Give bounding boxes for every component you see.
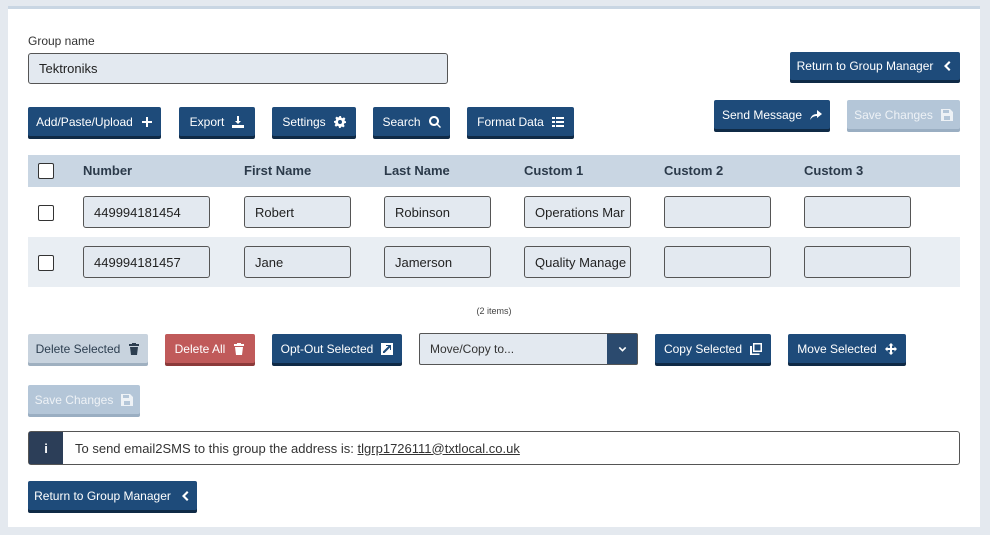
move-arrows-icon (884, 342, 897, 355)
opt-out-selected-button[interactable]: Opt-Out Selected (272, 334, 402, 363)
table-row: 449994181454 Robert Robinson Operations … (28, 187, 960, 237)
trash-icon (129, 342, 140, 355)
export-label: Export (189, 114, 225, 129)
return-label: Return to Group Manager (796, 59, 934, 73)
send-message-label: Send Message (721, 107, 803, 122)
send-message-button[interactable]: Send Message (714, 100, 830, 129)
custom-2-field[interactable] (664, 196, 771, 228)
return-to-group-manager-button-top[interactable]: Return to Group Manager (790, 52, 960, 80)
items-count: (2 items) (476, 306, 512, 316)
custom-1-field[interactable]: Operations Mar (524, 196, 631, 228)
settings-button[interactable]: Settings (272, 107, 356, 136)
save-changes-button-top[interactable]: Save Changes (847, 100, 960, 129)
move-selected-button[interactable]: Move Selected (788, 334, 906, 363)
trash-icon (234, 342, 245, 355)
floppy-icon (121, 393, 134, 406)
delete-selected-label: Delete Selected (35, 341, 121, 356)
info-message: To send email2SMS to this group the addr… (75, 440, 358, 456)
last-name-field[interactable]: Robinson (384, 196, 491, 228)
custom-2-field[interactable] (664, 246, 771, 278)
gear-icon (333, 115, 346, 128)
format-data-button[interactable]: Format Data (467, 107, 574, 136)
group-name-label: Group name (28, 34, 95, 48)
header-custom-3: Custom 3 (804, 163, 864, 178)
chevron-left-icon (944, 61, 951, 71)
add-label: Add/Paste/Upload (36, 114, 133, 129)
number-field[interactable]: 449994181457 (83, 246, 210, 278)
delete-all-button[interactable]: Delete All (165, 334, 255, 363)
share-arrow-icon (810, 109, 823, 120)
search-icon (428, 115, 441, 128)
info-text: To send email2SMS to this group the addr… (63, 441, 520, 456)
header-number: Number (83, 163, 133, 178)
header-first-name: First Name (244, 163, 312, 178)
number-field[interactable]: 449994181454 (83, 196, 210, 228)
list-icon (551, 116, 564, 127)
plus-icon (141, 116, 152, 127)
first-name-field[interactable]: Robert (244, 196, 351, 228)
format-label: Format Data (477, 114, 544, 129)
header-custom-2: Custom 2 (664, 163, 724, 178)
settings-label: Settings (282, 114, 326, 129)
search-button[interactable]: Search (373, 107, 450, 136)
group-name-input[interactable]: Tektroniks (28, 53, 448, 84)
custom-1-field[interactable]: Quality Manage (524, 246, 631, 278)
opt-out-label: Opt-Out Selected (280, 341, 374, 356)
return-label: Return to Group Manager (34, 488, 171, 503)
row-checkbox[interactable] (38, 205, 54, 221)
select-all-checkbox[interactable] (38, 163, 54, 179)
row-checkbox[interactable] (38, 255, 54, 271)
table-header: Number First Name Last Name Custom 1 Cus… (28, 155, 960, 187)
search-label: Search (382, 114, 421, 129)
return-to-group-manager-button-bottom[interactable]: Return to Group Manager (28, 481, 197, 510)
save-changes-button-bottom[interactable]: Save Changes (28, 385, 140, 414)
table-row: 449994181457 Jane Jamerson Quality Manag… (28, 237, 960, 287)
delete-all-label: Delete All (174, 341, 226, 356)
last-name-field[interactable]: Jamerson (384, 246, 491, 278)
copy-selected-label: Copy Selected (663, 341, 743, 356)
group-edit-panel: Group name Tektroniks Return to Group Ma… (8, 6, 980, 527)
move-copy-select[interactable]: Move/Copy to... (419, 333, 638, 365)
custom-3-field[interactable] (804, 246, 911, 278)
move-selected-label: Move Selected (797, 341, 877, 356)
email2sms-info-box: i To send email2SMS to this group the ad… (28, 431, 960, 465)
header-custom-1: Custom 1 (524, 163, 584, 178)
copy-selected-button[interactable]: Copy Selected (655, 334, 771, 363)
custom-3-field[interactable] (804, 196, 911, 228)
copy-icon (750, 342, 763, 355)
add-paste-upload-button[interactable]: Add/Paste/Upload (28, 107, 161, 136)
delete-selected-button[interactable]: Delete Selected (28, 334, 148, 363)
floppy-icon (940, 108, 953, 121)
move-copy-placeholder: Move/Copy to... (430, 342, 515, 356)
export-button[interactable]: Export (179, 107, 255, 136)
chevron-down-icon[interactable] (607, 334, 637, 364)
save-changes-label: Save Changes (854, 107, 933, 122)
chevron-left-icon (181, 490, 189, 501)
header-last-name: Last Name (384, 163, 450, 178)
info-icon: i (29, 432, 63, 464)
external-link-icon (381, 342, 394, 355)
download-icon (232, 115, 245, 128)
save-changes-label: Save Changes (34, 392, 114, 407)
first-name-field[interactable]: Jane (244, 246, 351, 278)
email-address-link[interactable]: tlgrp1726111@txtlocal.co.uk (358, 441, 520, 456)
